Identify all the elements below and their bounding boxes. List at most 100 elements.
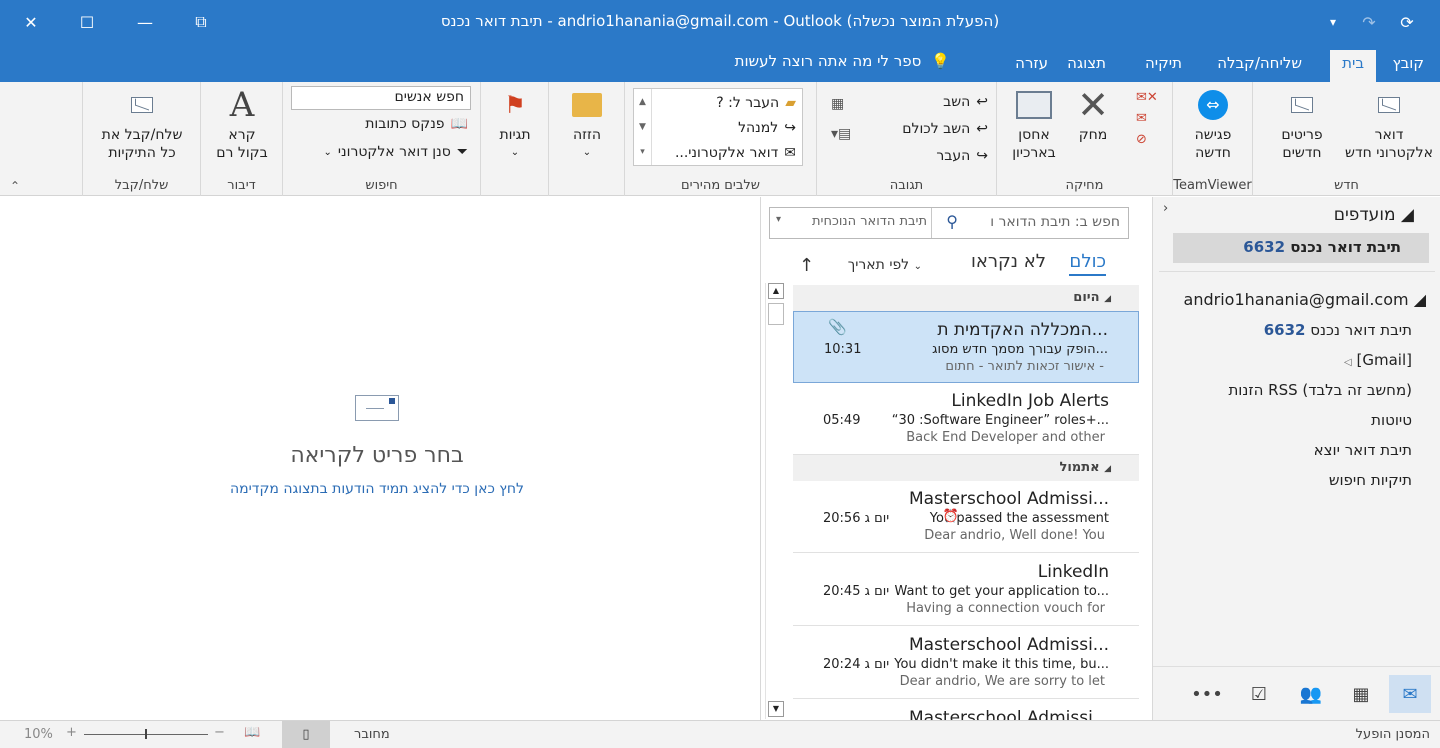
teamviewer-icon: ⇔ [1195, 88, 1231, 122]
connection-status: מחובר [354, 727, 390, 742]
archive-button[interactable]: אחסן בארכיון [1003, 88, 1065, 162]
more-modules-icon[interactable]: ••• [1189, 681, 1225, 707]
people-icon[interactable]: 👥 [1293, 681, 1329, 707]
calendar-icon[interactable]: ▦ [1343, 681, 1379, 707]
tab-send-receive[interactable]: שליחה/קבלה [1205, 50, 1314, 82]
folder-inbox[interactable]: תיבת דואר נכנס 6632 [1264, 321, 1412, 339]
close-button[interactable]: ✕ [8, 0, 54, 44]
collapse-pane-icon[interactable]: › [1163, 201, 1168, 216]
lightbulb-icon: 💡 [931, 52, 950, 70]
tab-file[interactable]: קובץ [1381, 50, 1437, 82]
search-icon: ⚲ [946, 212, 958, 231]
forward-button[interactable]: ↪ העבר [936, 144, 988, 168]
folder-drafts[interactable]: טיוטות [1371, 411, 1412, 429]
group-label-new: חדש [1334, 178, 1359, 193]
always-preview-link[interactable]: לחץ כאן כדי להציג תמיד הודעות בתצוגה מקד… [150, 481, 604, 497]
ribbon-display-options-icon[interactable]: ⧉ [178, 0, 224, 44]
more-respond-icon[interactable]: ▾▤ [831, 126, 851, 142]
mail-icon[interactable]: ✉ [1389, 675, 1431, 713]
filter-email-button[interactable]: ⏷ סנן דואר אלקטרוני ⌄ [324, 140, 469, 164]
group-move: הזזה ⌄ [548, 82, 624, 196]
message-list-scrollbar[interactable]: ▲ ▼ [765, 283, 785, 719]
folder-search-folders[interactable]: תיקיות חיפוש [1329, 471, 1412, 489]
scroll-up-icon[interactable]: ▲ [768, 283, 784, 299]
envelope-icon [355, 395, 399, 421]
folder-gmail[interactable]: ◁ [Gmail] [1344, 351, 1412, 369]
quickstep-team-email[interactable]: ✉ דואר אלקטרוני... [675, 141, 796, 165]
filter-unread-tab[interactable]: לא נקראו [971, 251, 1046, 272]
mail-item[interactable]: Masterschool Admissi... You didn't make … [793, 627, 1139, 699]
normal-view-icon[interactable]: 📖 [244, 725, 260, 740]
send-receive-quick-icon[interactable]: ⟳ [1384, 0, 1430, 44]
search-mailbox-input[interactable]: חפש ב: תיבת הדואר ו ⚲ תיבת הדואר הנוכחית… [769, 207, 1129, 239]
tags-button[interactable]: ⚑ תגיות ⌄ [487, 88, 543, 162]
new-email-button[interactable]: דואר אלקטרוני חדש [1344, 88, 1434, 162]
zoom-level[interactable]: 10% [24, 727, 53, 742]
new-items-button[interactable]: פריטים חדשים [1259, 88, 1345, 162]
title-bar: ✕ ☐ — ⧉ תיבת דואר נכנס - andrio1hanania@… [0, 0, 1440, 44]
search-scope-dropdown[interactable]: תיבת הדואר הנוכחית ▾ [770, 208, 932, 238]
zoom-out-icon[interactable]: − [214, 725, 225, 740]
tab-view[interactable]: תצוגה [1055, 50, 1118, 82]
filter-all-tab[interactable]: כולם [1069, 251, 1106, 276]
move-folder-icon [569, 88, 605, 122]
tab-help[interactable]: עזרה [1003, 50, 1060, 82]
reply-all-button[interactable]: ↩ השב לכולם [902, 117, 988, 141]
mail-item[interactable]: LinkedIn Job Alerts “30 :Software Engine… [793, 383, 1139, 455]
quickstep-move-to[interactable]: ▰ העבר ל: ? [716, 91, 796, 115]
forward-icon: ↪ [976, 148, 988, 164]
meeting-reply-icon[interactable]: ▦ [831, 96, 851, 112]
junk-icon[interactable]: ⊘ [1136, 132, 1164, 147]
reminder-clock-icon: ⏰ [942, 509, 959, 524]
new-meeting-button[interactable]: ⇔ פגישה חדשה [1177, 88, 1249, 162]
reply-button[interactable]: ↩ השב [943, 90, 988, 114]
folder-outbox[interactable]: תיבת דואר יוצא [1314, 441, 1412, 459]
zoom-in-icon[interactable]: + [66, 725, 77, 740]
search-people-input[interactable]: חפש אנשים [291, 86, 471, 110]
ignore-icon[interactable]: ✉✕ [1136, 90, 1164, 105]
read-aloud-button[interactable]: A קרא בקול רם [207, 88, 277, 162]
new-items-icon [1284, 88, 1320, 122]
folder-rss[interactable]: הזנות RSS (מחשב זה בלבד) [1228, 381, 1412, 399]
quick-steps-scroll[interactable]: ▲ ▼ ▾ [634, 89, 652, 165]
tell-me-search[interactable]: ספר לי מה אתה רוצה לעשות 💡 [735, 52, 950, 70]
status-bar: המסנן הופעל מחובר ▯ 📖 − + 10% [0, 720, 1440, 748]
send-receive-icon [124, 88, 160, 122]
mail-item[interactable]: Masterschool Admissi... You passed the a… [793, 481, 1139, 553]
reply-icon: ↩ [976, 94, 988, 110]
quickstep-to-manager[interactable]: ↪ למנהל [738, 116, 796, 140]
group-header-yesterday[interactable]: אתמול ◢ [793, 455, 1139, 481]
maximize-button[interactable]: ☐ [64, 0, 110, 44]
collapse-ribbon-icon[interactable]: ⌃ [10, 179, 20, 193]
chevron-down-icon: ⌄ [323, 146, 332, 158]
delete-button[interactable]: ✕ מחק [1067, 86, 1119, 144]
folder-move-icon: ▰ [785, 95, 796, 111]
group-find: חפש אנשים 📖 פנקס כתובות ⏷ סנן דואר אלקטרונ… [282, 82, 480, 196]
mail-item[interactable]: Masterschool Admissi... [793, 700, 1139, 720]
module-switcher: ✉ ▦ 👥 ☑ ••• [1153, 666, 1440, 720]
sort-direction-icon[interactable]: ↑ [799, 255, 814, 276]
reading-view-icon[interactable]: ▯ [282, 721, 330, 748]
mail-item[interactable]: המכללה האקדמית ת... הופק עבורך מסמך חדש … [793, 311, 1139, 383]
archive-icon [1016, 88, 1052, 122]
group-header-today[interactable]: היום ◢ [793, 285, 1139, 311]
minimize-button[interactable]: — [122, 0, 168, 44]
zoom-slider-thumb[interactable] [145, 729, 147, 739]
ribbon-tabs: קובץ בית שליחה/קבלה תיקיה תצוגה עזרה ספר… [0, 44, 1440, 82]
address-book-button[interactable]: 📖 פנקס כתובות [365, 112, 468, 136]
tab-folder[interactable]: תיקיה [1133, 50, 1194, 82]
scroll-thumb[interactable] [768, 303, 784, 325]
group-respond: ↩ השב ↩ השב לכולם ↪ העבר ▦ ▾▤ תגובה [816, 82, 996, 196]
tab-home[interactable]: בית [1330, 50, 1376, 82]
cleanup-icon[interactable]: ✉ [1136, 111, 1164, 126]
fav-inbox-item[interactable]: תיבת דואר נכנס 6632 [1173, 233, 1429, 263]
mail-item[interactable]: LinkedIn Want to get your application to… [793, 554, 1139, 626]
tasks-icon[interactable]: ☑ [1241, 681, 1277, 707]
sort-by-dropdown[interactable]: לפי תאריך ⌄ [848, 257, 922, 273]
tell-me-text: ספר לי מה אתה רוצה לעשות [734, 52, 922, 70]
favorites-header[interactable]: מועדפים ◢ [1334, 205, 1414, 225]
account-header[interactable]: andrio1hanania@gmail.com ◢ [1184, 290, 1426, 309]
move-button[interactable]: הזזה ⌄ [557, 88, 617, 162]
scroll-down-icon[interactable]: ▼ [768, 701, 784, 717]
send-receive-all-button[interactable]: שלח/קבל את כל התיקיות [87, 88, 197, 162]
